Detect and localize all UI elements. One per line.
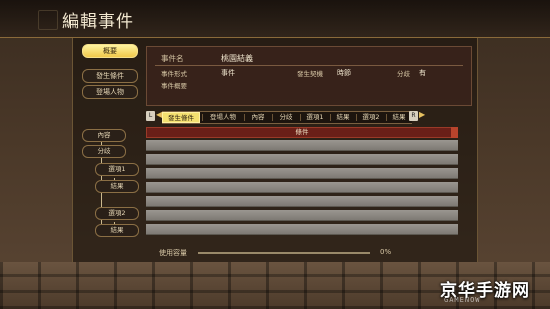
tab-result1[interactable]: 結果	[331, 112, 355, 123]
condition-table-header: 條件	[146, 127, 458, 138]
tab-prev-button[interactable]: L	[146, 111, 155, 121]
event-timing-label: 發生契機	[297, 70, 323, 78]
tree-node-option1[interactable]: 選項1	[95, 163, 139, 176]
table-row[interactable]	[146, 168, 458, 179]
tab-branch[interactable]: 分歧	[273, 112, 299, 123]
tab-option2[interactable]: 選項2	[357, 112, 385, 123]
watermark-sub: GAMENOW	[444, 296, 481, 304]
table-row[interactable]	[146, 182, 458, 193]
tree-node-option2[interactable]: 選項2	[95, 207, 139, 220]
tab-characters[interactable]: 登場人物	[203, 112, 243, 123]
chevron-right-icon: ▶	[419, 110, 426, 119]
tree-node-branch[interactable]: 分歧	[82, 145, 126, 158]
event-info-box: 事件名 桃園結義 事件形式 事件 發生契機 時節 分歧 有 事件概要	[146, 46, 472, 106]
sidebar-item-overview[interactable]: 概要	[82, 44, 138, 58]
sidebar-item-conditions[interactable]: 發生條件	[82, 69, 138, 83]
table-row[interactable]	[146, 154, 458, 165]
sidebar-item-characters[interactable]: 登場人物	[82, 85, 138, 99]
event-summary-label: 事件概要	[161, 82, 187, 90]
capacity-bar	[198, 252, 370, 254]
event-form-value[interactable]: 事件	[221, 68, 235, 78]
capacity-label: 使用容量	[159, 249, 187, 257]
tree-node-content[interactable]: 內容	[82, 129, 126, 142]
condition-table-header-cap	[451, 127, 458, 138]
event-timing-value[interactable]: 時節	[337, 68, 351, 78]
title-bar: 編輯事件	[0, 0, 550, 38]
title-emblem-icon	[38, 10, 58, 30]
tab-bar: 發生條件 登場人物 內容 分歧 選項1 結果 選項2 結果	[162, 111, 412, 124]
page-title: 編輯事件	[62, 12, 134, 32]
tree-node-result2[interactable]: 結果	[95, 224, 139, 237]
table-row[interactable]	[146, 196, 458, 207]
tab-result2[interactable]: 結果	[387, 112, 411, 123]
event-name-value[interactable]: 桃園結義	[221, 53, 253, 64]
table-row[interactable]	[146, 210, 458, 221]
tab-conditions[interactable]: 發生條件	[162, 112, 200, 123]
tab-option1[interactable]: 選項1	[301, 112, 329, 123]
divider	[155, 65, 463, 66]
event-branch-value[interactable]: 有	[419, 68, 426, 78]
tab-content[interactable]: 內容	[245, 112, 271, 123]
table-row[interactable]	[146, 224, 458, 235]
capacity-value: 0%	[380, 248, 392, 256]
event-form-label: 事件形式	[161, 70, 187, 78]
event-name-label: 事件名	[161, 54, 184, 63]
table-row[interactable]	[146, 140, 458, 151]
event-branch-label: 分歧	[397, 70, 410, 78]
tree-node-result1[interactable]: 結果	[95, 180, 139, 193]
tab-next-button[interactable]: R	[409, 111, 418, 121]
